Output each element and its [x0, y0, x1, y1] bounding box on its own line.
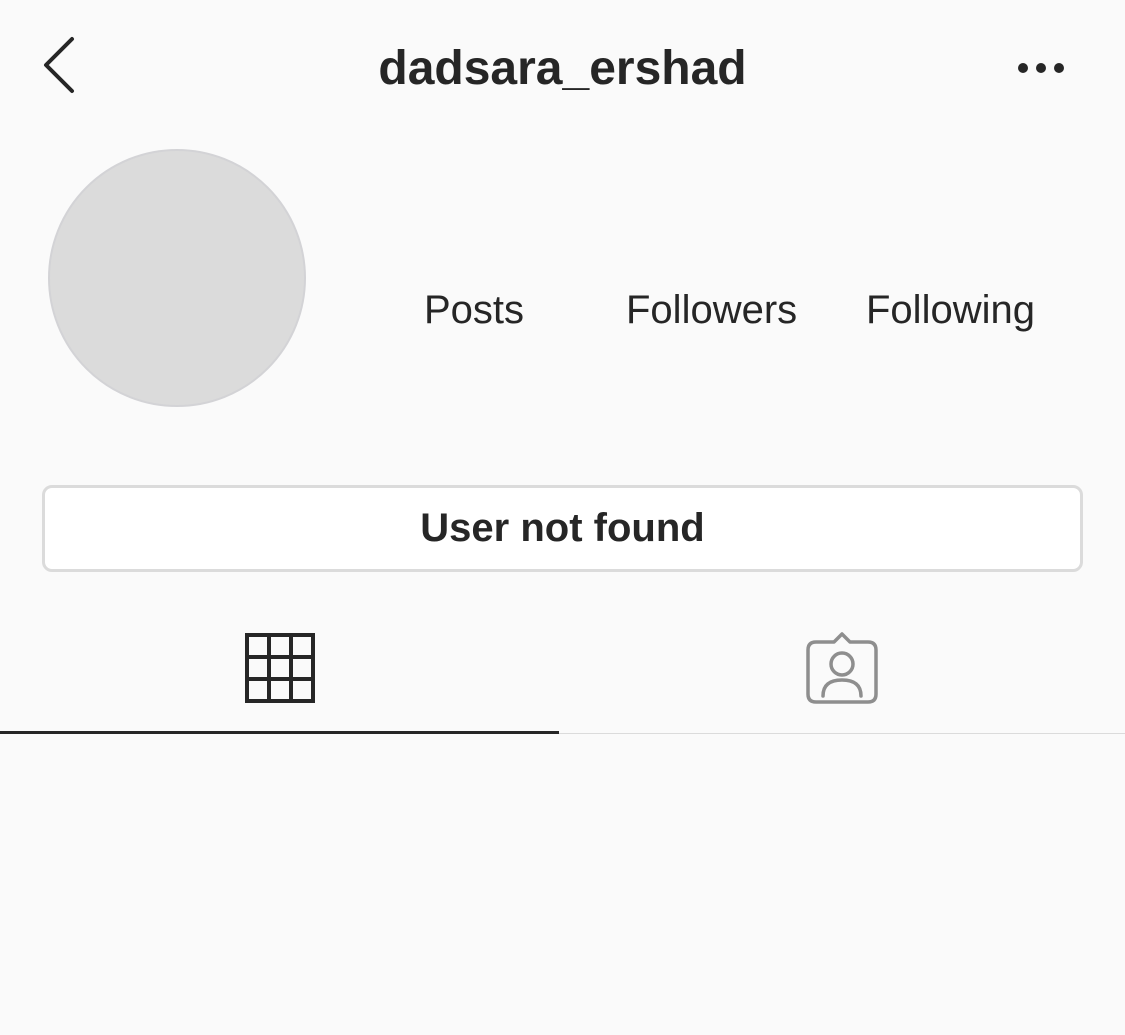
profile-header: dadsara_ershad — [0, 0, 1125, 140]
user-not-found-button[interactable]: User not found — [42, 485, 1083, 572]
following-stat-label[interactable]: Following — [866, 287, 1035, 333]
followers-stat-label[interactable]: Followers — [626, 287, 797, 333]
grid-icon — [245, 633, 315, 703]
back-button[interactable] — [38, 34, 86, 96]
tabs-divider — [559, 733, 1125, 734]
active-tab-indicator — [0, 731, 559, 734]
more-horizontal-icon — [1018, 63, 1064, 73]
chevron-left-icon — [44, 37, 74, 93]
avatar — [48, 149, 306, 407]
posts-stat-label[interactable]: Posts — [424, 287, 524, 333]
username-title: dadsara_ershad — [378, 42, 747, 95]
tagged-person-icon — [806, 632, 878, 704]
profile-page: dadsara_ershad Posts Followers Following… — [0, 0, 1125, 1035]
more-options-button[interactable] — [1010, 54, 1072, 82]
